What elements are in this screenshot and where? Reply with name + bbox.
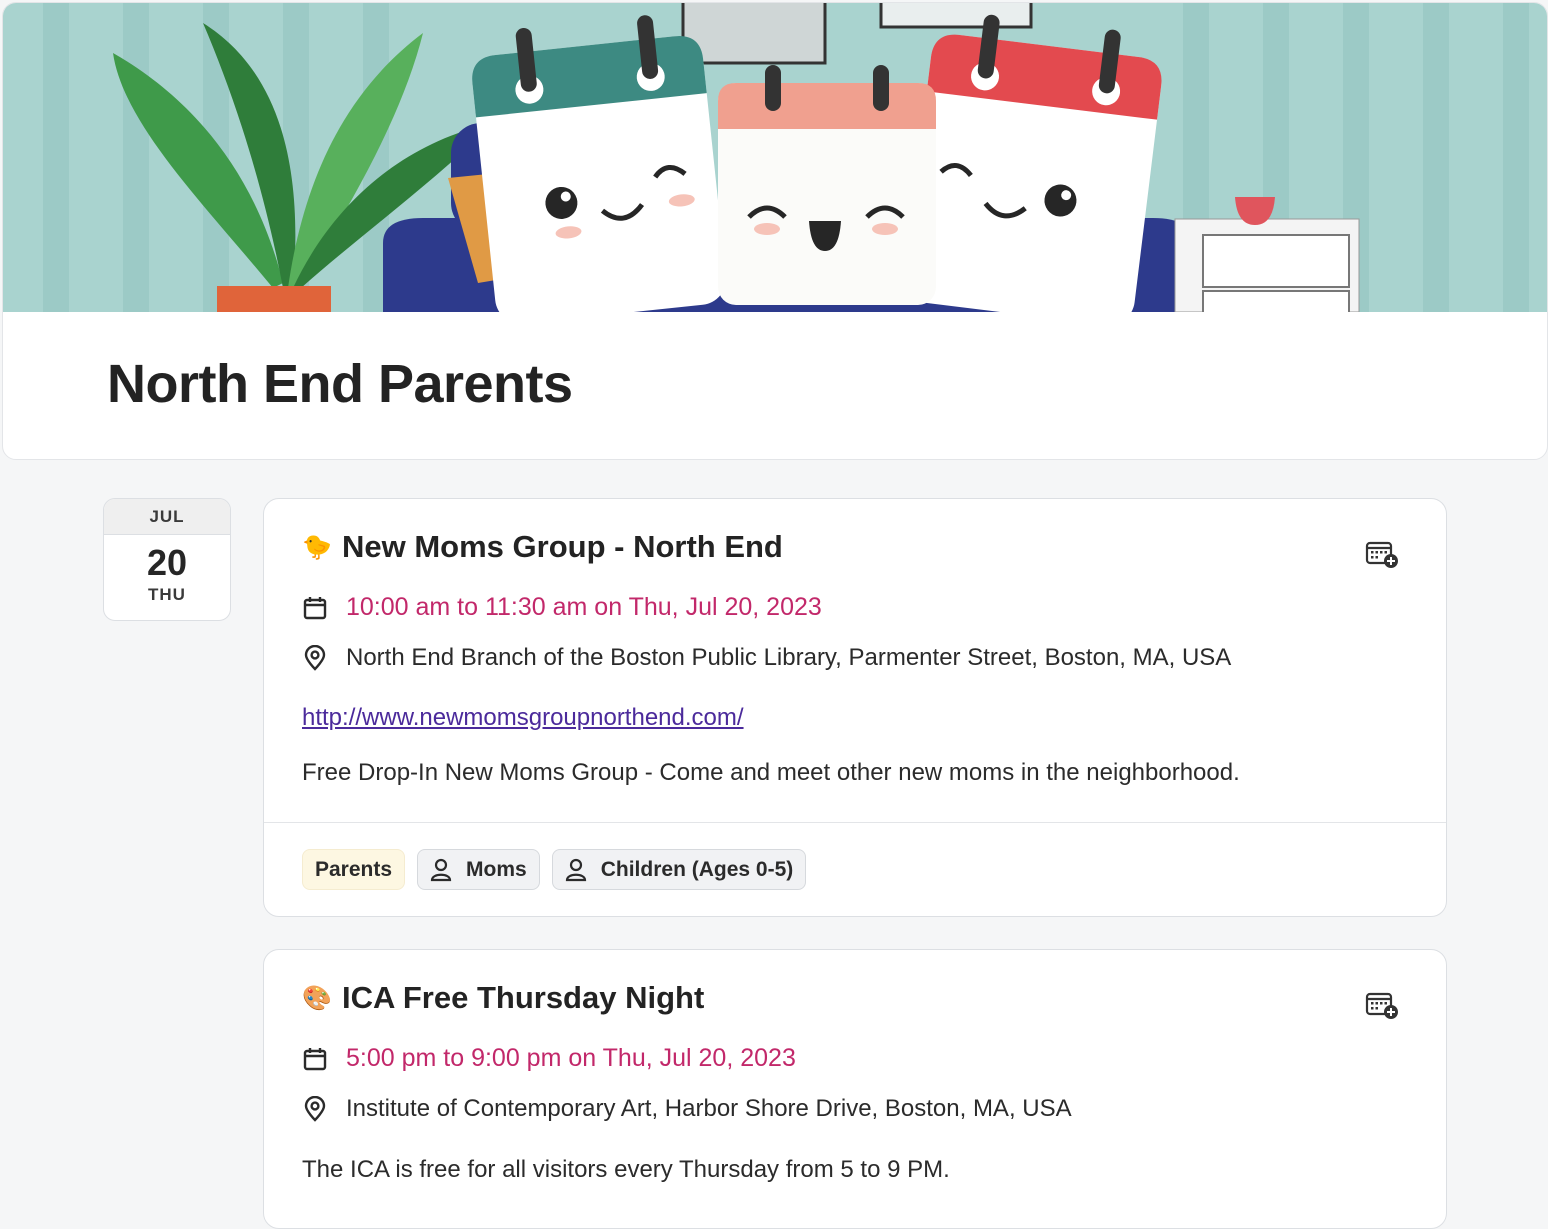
- event-tags: Parents Moms Children (Ages 0-5): [302, 849, 807, 890]
- event-title[interactable]: New Moms Group - North End: [342, 529, 783, 565]
- event-title-row: 🐤 New Moms Group - North End: [302, 529, 783, 565]
- add-to-calendar-button[interactable]: [1364, 537, 1400, 571]
- event-description: Free Drop-In New Moms Group - Come and m…: [302, 759, 1240, 786]
- event-time: 5:00 pm to 9:00 pm on Thu, Jul 20, 2023: [346, 1044, 796, 1072]
- calendar-icon: [303, 1047, 327, 1070]
- audience-tag-label: Children (Ages 0-5): [600, 857, 794, 881]
- date-weekday: THU: [148, 585, 186, 604]
- event-time: 10:00 am to 11:30 am on Thu, Jul 20, 202…: [346, 593, 822, 621]
- audience-tag[interactable]: Children (Ages 0-5): [551, 849, 807, 890]
- audience-tag[interactable]: Moms: [417, 849, 540, 890]
- event-time-row: 10:00 am to 11:30 am on Thu, Jul 20, 202…: [302, 593, 822, 622]
- event-title-row: 🎨 ICA Free Thursday Night: [302, 980, 704, 1016]
- date-badge: JUL 20 THU: [103, 498, 231, 621]
- map-pin-icon: [304, 645, 326, 671]
- event-card[interactable]: 🐤 New Moms Group - North End 10:00 am to…: [263, 498, 1447, 917]
- calendar-icon: [303, 596, 327, 619]
- person-icon: [565, 858, 586, 881]
- person-icon: [430, 858, 452, 881]
- add-to-calendar-button[interactable]: [1364, 988, 1400, 1022]
- event-location: North End Branch of the Boston Public Li…: [346, 644, 1232, 671]
- calendar-add-icon: [1365, 541, 1398, 568]
- map-pin-icon: [304, 1096, 326, 1122]
- chick-emoji-icon: 🐤: [302, 533, 332, 561]
- date-month: JUL: [104, 499, 230, 535]
- event-title[interactable]: ICA Free Thursday Night: [342, 980, 704, 1016]
- group-banner-illustration: [3, 3, 1547, 312]
- event-location-row: Institute of Contemporary Art, Harbor Sh…: [302, 1095, 1072, 1123]
- event-location-row: North End Branch of the Boston Public Li…: [302, 644, 1231, 672]
- calendar-add-icon: [1365, 992, 1398, 1019]
- card-divider: [264, 822, 1446, 823]
- event-location: Institute of Contemporary Art, Harbor Sh…: [346, 1095, 1072, 1122]
- event-website-link[interactable]: http://www.newmomsgroupnorthend.com/: [302, 704, 744, 732]
- event-card[interactable]: 🎨 ICA Free Thursday Night 5:00 pm to 9:0…: [263, 949, 1447, 1229]
- palette-emoji-icon: 🎨: [302, 984, 332, 1012]
- date-day: 20: [146, 542, 188, 583]
- group-header: North End Parents: [2, 2, 1548, 460]
- page-title: North End Parents: [107, 354, 573, 414]
- category-tag[interactable]: Parents: [302, 849, 406, 890]
- audience-tag-label: Moms: [466, 857, 527, 881]
- event-time-row: 5:00 pm to 9:00 pm on Thu, Jul 20, 2023: [302, 1044, 796, 1073]
- event-description: The ICA is free for all visitors every T…: [302, 1156, 950, 1183]
